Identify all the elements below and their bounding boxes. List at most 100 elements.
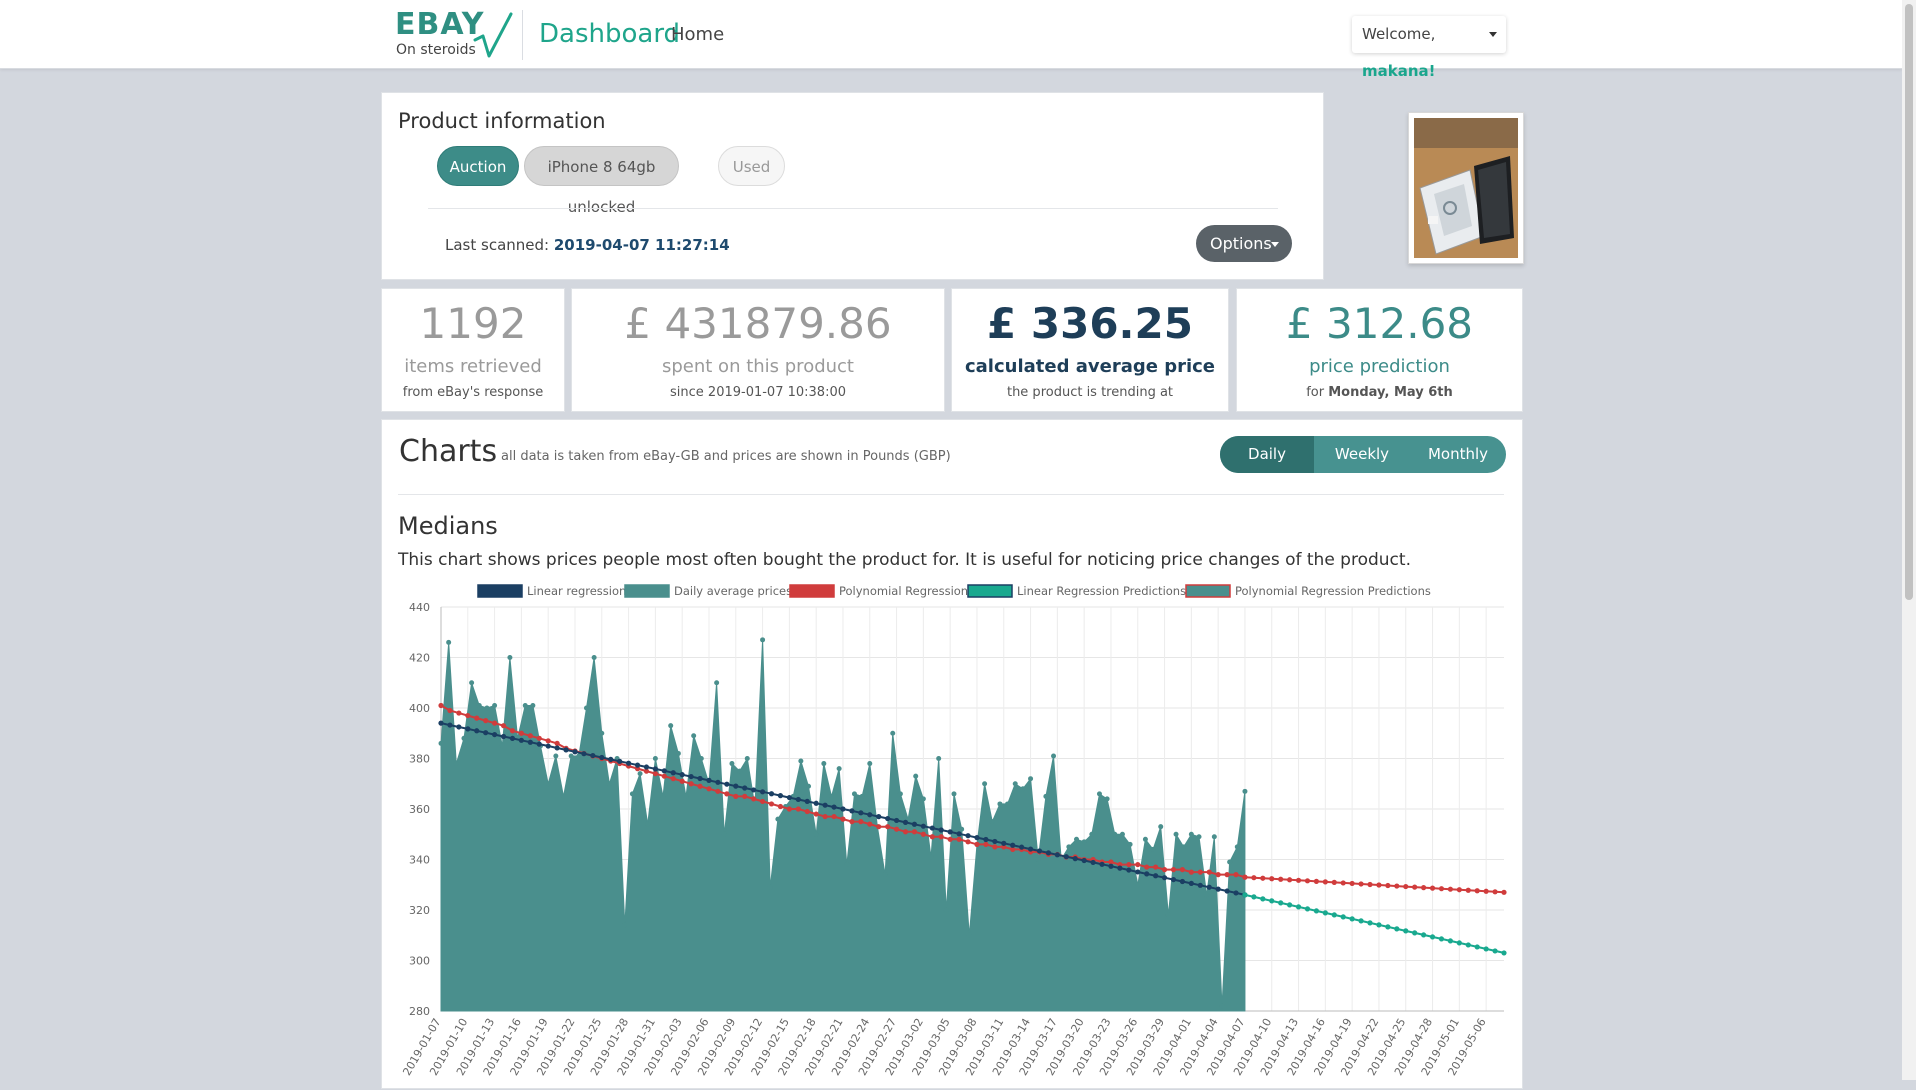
legend-swatch [477,584,523,598]
linear-point [1197,882,1203,888]
polynomial-prediction-point [1429,885,1436,891]
polynomial-point [1135,861,1141,868]
polynomial-point [1215,872,1221,878]
linear-point [840,806,846,812]
linear-point [1001,840,1007,846]
y-tick-label: 340 [409,854,430,867]
ebay-logo[interactable]: EBAY On steroids [395,10,520,60]
daily-average-point [836,766,842,772]
polynomial-prediction-point [1367,881,1373,888]
linear-point [554,745,560,751]
daily-average-point [668,723,674,729]
polynomial-point [786,806,792,812]
linear-point [697,775,703,782]
stat-sub-prefix: since [670,385,704,400]
y-tick-label: 420 [409,652,430,665]
daily-average-point [576,753,582,759]
options-dropdown-button[interactable]: Options [1196,225,1292,262]
polynomial-point [1188,869,1194,875]
y-tick-label: 360 [409,803,430,816]
polynomial-point [554,740,560,746]
daily-average-point [1150,846,1156,852]
linear-prediction-point [1492,948,1498,954]
polynomial-point [447,707,453,714]
daily-average-point [1219,1003,1225,1009]
daily-average-point [1196,834,1202,840]
polynomial-point [1161,867,1168,873]
linear-point [822,802,828,808]
legend-swatch [967,584,1013,598]
linear-point [1081,857,1087,864]
polynomial-point [1153,864,1159,870]
daily-average-point [1135,882,1141,888]
daily-average-point [1173,831,1179,837]
product-thumbnail[interactable] [1408,112,1524,264]
linear-prediction-point [1465,942,1471,948]
linear-point [1206,884,1212,890]
daily-average-point [622,922,628,928]
linear-point [1036,848,1043,854]
user-menu-dropdown[interactable]: Welcome, makana! [1352,16,1506,80]
linear-point [483,730,489,736]
nav-divider [522,10,523,60]
polynomial-point [804,808,810,815]
daily-average-point [982,781,988,787]
legend-swatch [1185,584,1231,598]
daily-average-point [568,753,574,759]
polynomial-point [768,801,775,807]
daily-average-point [507,655,513,660]
linear-point [465,726,471,732]
polynomial-prediction-point [1501,889,1507,895]
linear-point [438,720,444,726]
polynomial-prediction-point [1483,888,1489,894]
top-navbar: EBAY On steroids Dashboard Home Welcome,… [0,0,1902,80]
linear-point [1117,865,1123,871]
stat-value: £ 312.68 [1285,299,1474,348]
stat-sub: the product is trending at [1006,385,1174,400]
y-tick-label: 380 [409,753,430,766]
polynomial-prediction-point [1474,888,1480,894]
linear-point [661,768,667,774]
linear-point [536,741,542,747]
daily-average-point [928,854,934,860]
legend-swatch [624,584,670,598]
linear-point [876,814,882,820]
stat-price-prediction: £ 312.68 price prediction for Monday, Ma… [1236,288,1523,412]
polynomial-point [1126,861,1132,868]
nav-home-link[interactable]: Home [671,22,724,48]
page-scrollbar[interactable] [1902,0,1916,1080]
polynomial-prediction-point [1322,879,1328,885]
series-polynomial-predictions [1244,876,1505,894]
polynomial-point [893,826,900,832]
polynomial-point [983,841,989,847]
nav-dashboard-link[interactable]: Dashboard [539,16,680,52]
daily-average-point [890,730,896,736]
linear-point [813,800,819,806]
scrollbar-thumb[interactable] [1905,4,1913,600]
linear-point [947,829,953,835]
checkmark-icon [473,12,513,58]
linear-prediction-point [1242,892,1248,898]
linear-prediction-point [1421,932,1427,938]
polynomial-point [724,791,730,797]
listing-type-badge: Auction [437,146,519,186]
daily-average-point [1234,844,1240,850]
linear-prediction-point [1260,896,1266,902]
linear-point [929,825,935,831]
daily-average-point [989,819,995,825]
polynomial-point [474,715,480,721]
polynomial-prediction-point [1349,880,1355,887]
linear-prediction-point [1269,898,1275,904]
linear-point [983,836,989,843]
series-linear-predictions [1244,893,1505,954]
daily-average-point [1181,844,1187,850]
polynomial-prediction-point [1465,887,1471,893]
linear-point [911,821,918,827]
linear-point [491,731,498,738]
linear-prediction-point [1367,920,1373,926]
daily-average-point [1012,781,1018,787]
polynomial-point [527,733,533,739]
polynomial-point [965,839,971,845]
linear-point [1126,867,1132,873]
stat-sub-prefix: for [1306,385,1325,400]
